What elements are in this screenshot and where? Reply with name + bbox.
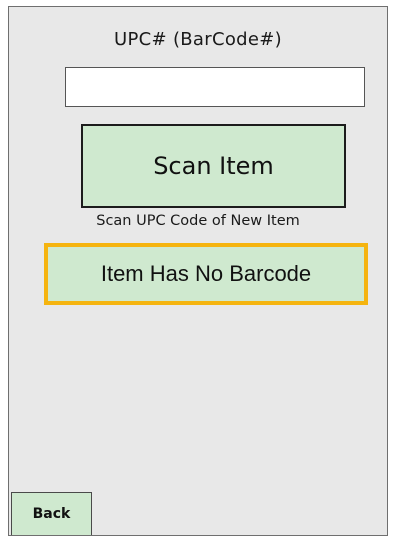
- scan-item-screen: UPC# (BarCode#) Scan Item Scan UPC Code …: [8, 6, 388, 536]
- scan-item-button[interactable]: Scan Item: [81, 124, 346, 208]
- back-button[interactable]: Back: [11, 492, 92, 535]
- scan-hint-text: Scan UPC Code of New Item: [96, 213, 300, 229]
- item-has-no-barcode-button[interactable]: Item Has No Barcode: [44, 243, 368, 305]
- upc-input[interactable]: [65, 67, 365, 107]
- upc-label: UPC# (BarCode#): [114, 29, 282, 50]
